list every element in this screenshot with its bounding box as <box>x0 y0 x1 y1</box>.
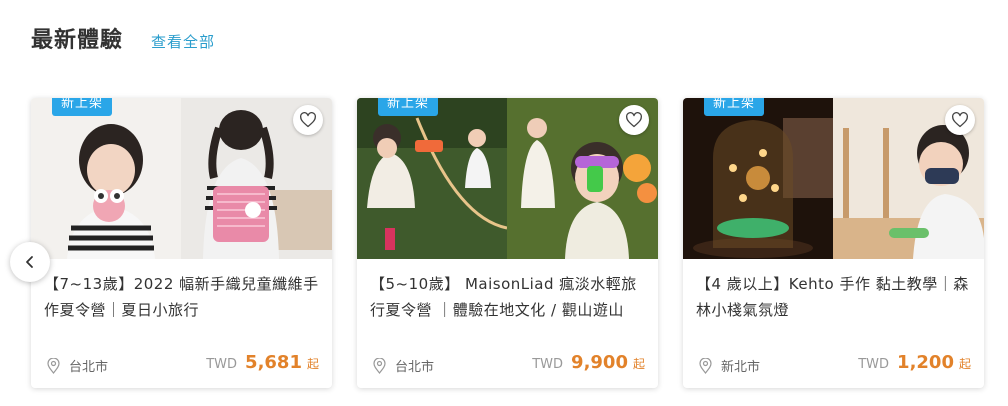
card-title[interactable]: 【4 歲以上】Kehto 手作 黏土教學｜森林小棧氣氛燈 <box>696 271 972 323</box>
experience-card[interactable]: 新上架 【5~10歲】 MaisonLiad 瘋淡水輕旅行夏令營 ｜體驗在地文化… <box>357 98 658 388</box>
location-label: 台北市 <box>69 360 109 375</box>
favorite-button[interactable] <box>619 105 649 135</box>
card-price: TWD 5,681 起 <box>206 352 319 373</box>
card-location: 台北市 <box>47 356 108 375</box>
new-badge: 新上架 <box>52 98 113 116</box>
card-location: 台北市 <box>373 356 434 375</box>
card-title[interactable]: 【7~13歲】2022 幅新手織兒童纖維手作夏令營｜夏日小旅行 <box>44 271 320 323</box>
location-pin-icon <box>373 357 386 374</box>
section-header: 最新體驗 查看全部 <box>31 22 215 58</box>
section-title: 最新體驗 <box>31 28 124 53</box>
location-pin-icon <box>699 357 712 374</box>
location-label: 新北市 <box>721 360 761 375</box>
card-location: 新北市 <box>699 356 760 375</box>
card-title[interactable]: 【5~10歲】 MaisonLiad 瘋淡水輕旅行夏令營 ｜體驗在地文化 / 觀… <box>370 271 646 323</box>
chevron-left-icon <box>26 256 33 268</box>
price-suffix: 起 <box>632 357 645 371</box>
carousel-prev-button[interactable] <box>10 242 50 282</box>
location-pin-icon <box>47 357 60 374</box>
favorite-button[interactable] <box>293 105 323 135</box>
forest-lamp-jar-photo <box>683 98 833 259</box>
experience-card[interactable]: 新上架 【7~13歲】2022 幅新手織兒童纖維手作夏令營｜夏日小旅行 台北市 … <box>31 98 332 388</box>
card-image[interactable] <box>357 98 658 259</box>
card-price: TWD 9,900 起 <box>532 352 645 373</box>
heart-outline-icon <box>626 112 642 128</box>
new-badge: 新上架 <box>378 98 439 116</box>
price-amount: 1,200 <box>897 352 954 373</box>
price-currency: TWD <box>532 357 564 372</box>
price-suffix: 起 <box>306 357 319 371</box>
view-all-link[interactable]: 查看全部 <box>151 31 215 52</box>
card-price: TWD 1,200 起 <box>858 352 971 373</box>
price-suffix: 起 <box>958 357 971 371</box>
new-badge: 新上架 <box>704 98 765 116</box>
heart-outline-icon <box>300 112 316 128</box>
price-amount: 9,900 <box>571 352 628 373</box>
water-gun-kids-photo <box>357 98 507 259</box>
favorite-button[interactable] <box>945 105 975 135</box>
card-image[interactable] <box>31 98 332 259</box>
price-currency: TWD <box>858 357 890 372</box>
child-with-owl-photo <box>31 98 181 259</box>
heart-outline-icon <box>952 112 968 128</box>
location-label: 台北市 <box>395 360 435 375</box>
card-image[interactable] <box>683 98 984 259</box>
experience-card[interactable]: 新上架 【4 歲以上】Kehto 手作 黏土教學｜森林小棧氣氛燈 新北市 TWD… <box>683 98 984 388</box>
price-currency: TWD <box>206 357 238 372</box>
price-amount: 5,681 <box>245 352 302 373</box>
